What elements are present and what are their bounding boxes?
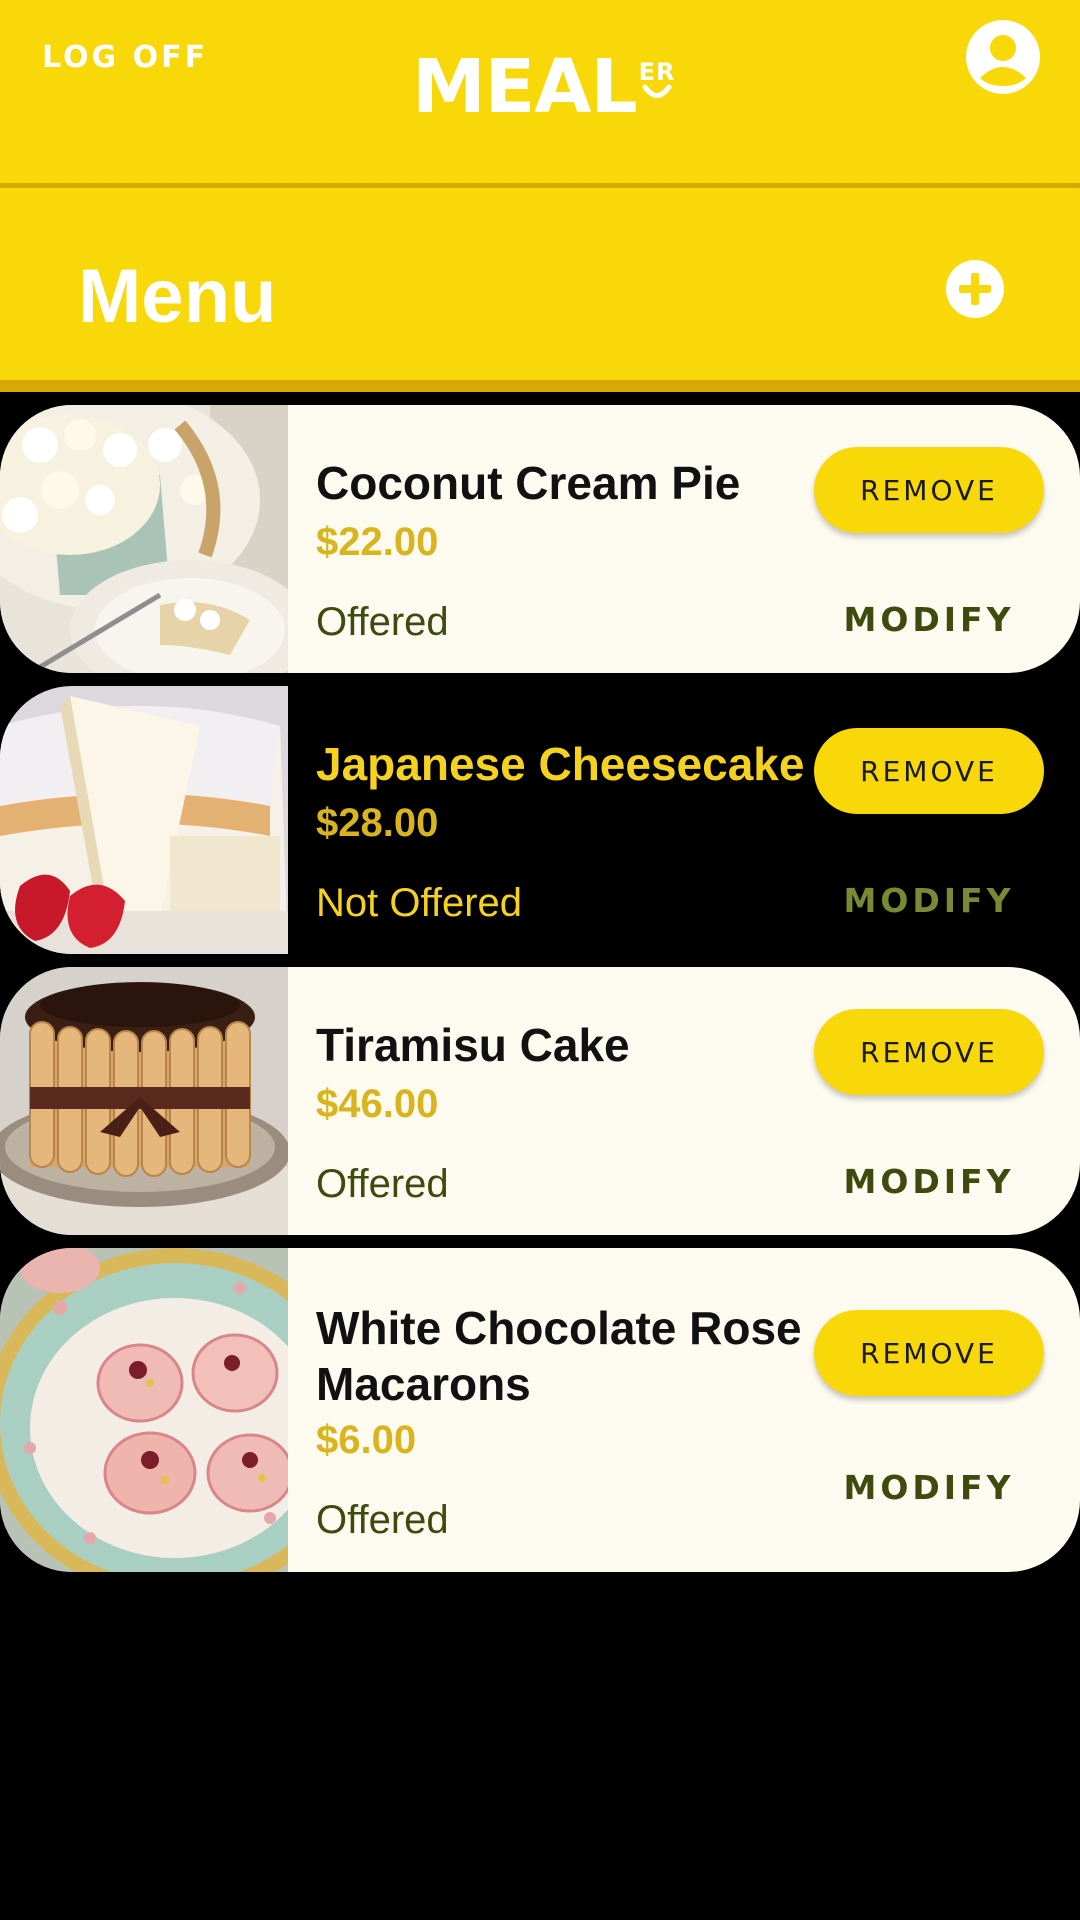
remove-button[interactable]: REMOVE <box>814 1310 1044 1396</box>
account-circle-icon[interactable] <box>966 20 1040 94</box>
remove-button[interactable]: REMOVE <box>814 1009 1044 1095</box>
menu-item-card[interactable]: Japanese Cheesecake $28.00 Not Offered R… <box>0 686 1080 954</box>
menu-item-card[interactable]: Tiramisu Cake $46.00 Offered REMOVE MODI… <box>0 967 1080 1235</box>
modify-button[interactable]: MODIFY <box>814 1468 1044 1507</box>
coconut-cream-pie-photo <box>0 405 288 673</box>
logo-superscript-text: ER <box>638 58 676 86</box>
menu-item-card[interactable]: White Chocolate Rose Macarons $6.00 Offe… <box>0 1248 1080 1572</box>
mealer-logo: MEAL ER <box>412 50 676 124</box>
item-status: Offered <box>316 600 449 644</box>
item-status: Not Offered <box>316 881 523 925</box>
menu-item-card[interactable]: Coconut Cream Pie $22.00 Offered REMOVE … <box>0 405 1080 673</box>
menu-header-divider <box>0 380 1080 392</box>
app-root: LOG OFF MEAL ER Menu Coconut Cream Pie $… <box>0 0 1080 1920</box>
logo-text: MEAL <box>412 44 638 130</box>
item-price: $22.00 <box>316 520 439 564</box>
smile-icon <box>642 84 672 98</box>
log-off-button[interactable]: LOG OFF <box>42 40 208 75</box>
modify-button[interactable]: MODIFY <box>814 600 1044 639</box>
macarons-photo <box>0 1248 288 1572</box>
item-status: Offered <box>316 1498 449 1542</box>
top-app-bar: LOG OFF MEAL ER <box>0 0 1080 183</box>
item-name: Japanese Cheesecake <box>316 738 805 790</box>
tiramisu-cake-photo <box>0 967 288 1235</box>
menu-header: Menu <box>0 188 1080 380</box>
item-name: Coconut Cream Pie <box>316 457 741 509</box>
japanese-cheesecake-photo <box>0 686 288 954</box>
page-title: Menu <box>78 254 277 339</box>
item-name: White Chocolate Rose Macarons <box>316 1302 802 1410</box>
logo-superscript: ER <box>639 60 676 100</box>
item-name: Tiramisu Cake <box>316 1019 630 1071</box>
item-price: $6.00 <box>316 1418 417 1462</box>
modify-button[interactable]: MODIFY <box>814 881 1044 920</box>
add-circle-icon[interactable] <box>946 260 1004 318</box>
remove-button[interactable]: REMOVE <box>814 728 1044 814</box>
item-status: Offered <box>316 1162 449 1206</box>
modify-button[interactable]: MODIFY <box>814 1162 1044 1201</box>
item-price: $28.00 <box>316 801 439 845</box>
remove-button[interactable]: REMOVE <box>814 447 1044 533</box>
item-price: $46.00 <box>316 1082 439 1126</box>
